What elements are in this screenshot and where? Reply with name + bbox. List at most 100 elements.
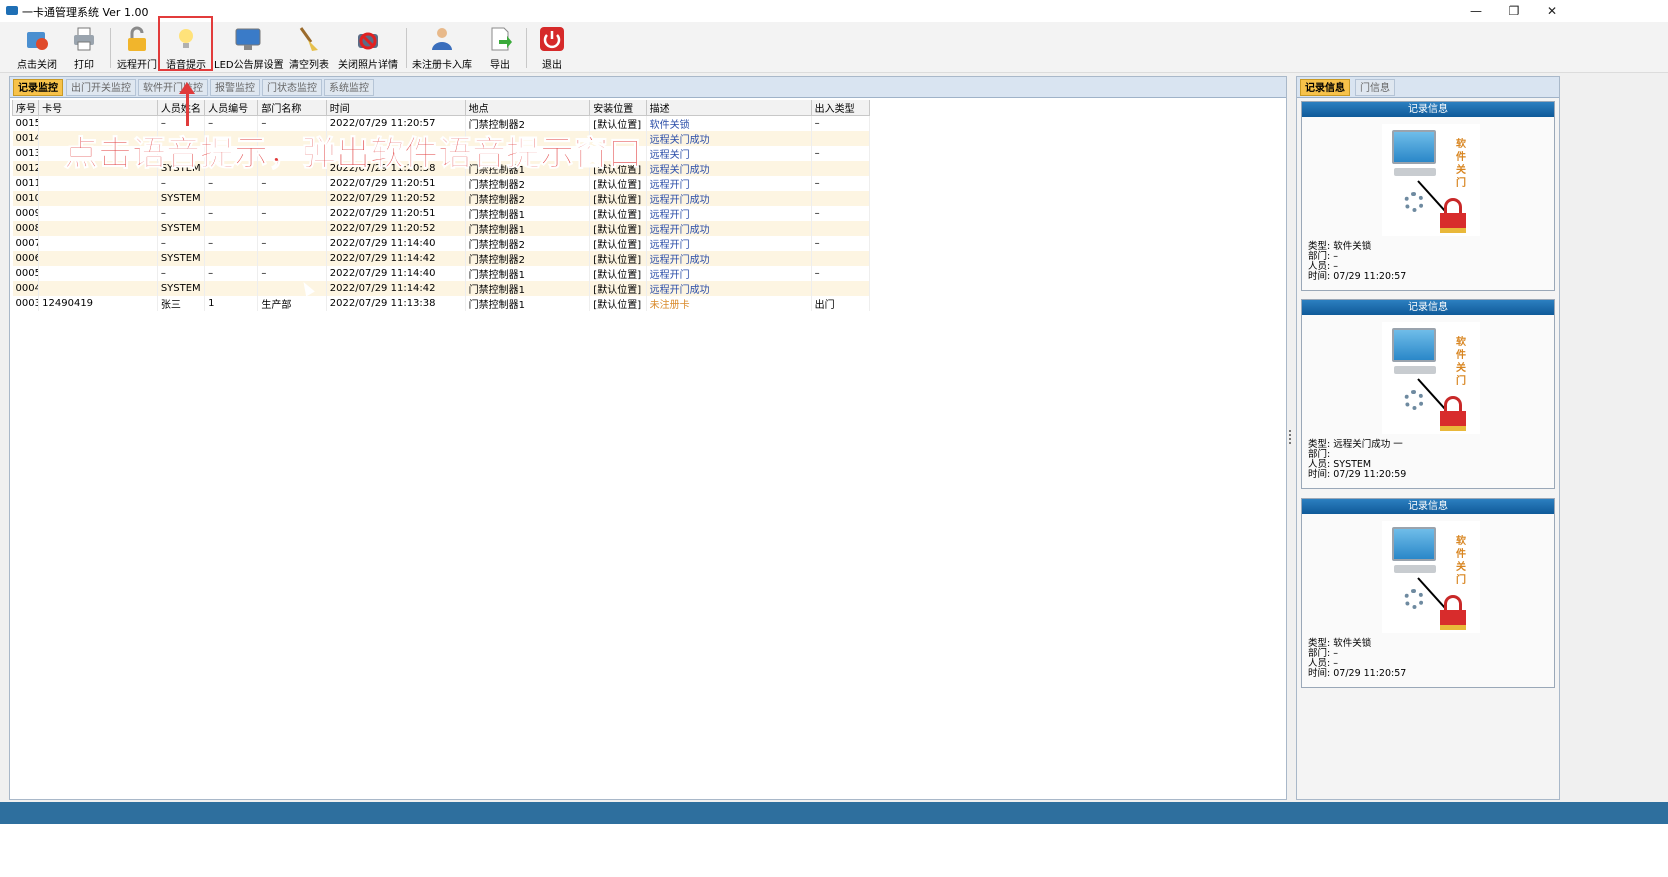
table-cell: –	[257, 236, 327, 251]
table-cell: [默认位置]	[589, 206, 647, 221]
gear-icon	[1404, 192, 1424, 212]
table-cell: –	[204, 176, 259, 191]
tab-record-info[interactable]: 记录信息	[1300, 79, 1350, 96]
tab-record-monitor[interactable]: 记录监控	[13, 79, 63, 96]
table-row[interactable]: 0011– – –2022/07/29 11:20:51 门禁控制器2 [默认位置] 远程…	[12, 176, 871, 191]
table-cell: 未注册卡	[646, 296, 812, 311]
column-header[interactable]: 部门名称	[257, 100, 327, 116]
time-label: 时间:	[1308, 469, 1331, 480]
table-cell: SYSTEM	[157, 251, 206, 266]
table-row[interactable]: 0015– – –2022/07/29 11:20:57 门禁控制器2 [默认位置] 软件…	[12, 115, 871, 131]
table-cell: 门禁控制器2	[465, 236, 591, 251]
computer-icon	[1392, 130, 1436, 164]
export-button[interactable]: 导出	[480, 24, 520, 71]
table-cell: 门禁控制器1	[465, 281, 591, 296]
table-cell: 0005	[12, 266, 40, 281]
table-row[interactable]: 0004 SYSTEM 2022/07/29 11:14:42 门禁控制器1 [默认位置…	[12, 281, 871, 296]
table-cell	[257, 221, 327, 236]
led-settings-button[interactable]: LED公告屏设置	[214, 24, 284, 71]
close-window-button[interactable]: ✕	[1532, 0, 1572, 22]
table-row[interactable]: 0005– – –2022/07/29 11:14:40 门禁控制器1 [默认位置] 远程…	[12, 266, 871, 281]
remote-open-button[interactable]: 远程开门	[114, 24, 160, 71]
column-header[interactable]: 地点	[464, 100, 591, 116]
table-cell: 2022/07/29 11:20:57	[326, 115, 466, 131]
table-cell: 0003	[12, 296, 40, 311]
table-cell: 远程开门	[646, 176, 812, 191]
table-cell: SYSTEM	[157, 221, 206, 236]
table-cell: 2022/07/29 11:14:42	[326, 251, 466, 266]
record-card-info: 类型: 软件关锁 部门: – 人员: – 时间: 07/29 11:20:57	[1308, 639, 1406, 679]
table-row[interactable]: 0008 SYSTEM 2022/07/29 11:20:52 门禁控制器1 [默认位置…	[12, 221, 871, 236]
records-table: 序号 卡号 人员姓名 人员编号 部门名称 时间 地点 安装位置 描述 出入类型 …	[11, 100, 871, 311]
tab-door-info[interactable]: 门信息	[1355, 79, 1395, 96]
tab-system-monitor[interactable]: 系统监控	[324, 79, 374, 96]
tab-exit-switch-monitor[interactable]: 出门开关监控	[66, 79, 136, 96]
computer-icon	[1392, 328, 1436, 362]
table-row[interactable]: 0003 12490419 张三 1 生产部 2022/07/29 11:13:38 门禁控…	[12, 296, 871, 311]
table-cell: 2022/07/29 11:20:52	[326, 191, 466, 206]
exit-button[interactable]: 退出	[532, 24, 572, 71]
record-card-caption: 软件关门	[1456, 337, 1466, 387]
table-cell: 0011	[12, 176, 40, 191]
table-cell: 张三	[157, 296, 206, 311]
column-header[interactable]: 描述	[645, 100, 812, 116]
software-close-door-icon: 软件关门	[1382, 124, 1480, 236]
gear-icon	[1404, 390, 1424, 410]
table-header-row: 序号 卡号 人员姓名 人员编号 部门名称 时间 地点 安装位置 描述 出入类型	[11, 100, 871, 116]
annotation-arrow-shaft	[186, 92, 189, 126]
panel-splitter[interactable]	[1289, 430, 1294, 444]
toolbar: 点击关闭 打印 远程开门 语音提示 LED公告屏设置 清空列表 关闭照片详情 未…	[0, 22, 1668, 73]
table-cell: 2022/07/29 11:14:40	[326, 266, 466, 281]
table-cell	[811, 281, 871, 296]
table-row[interactable]: 0009– – –2022/07/29 11:20:51 门禁控制器1 [默认位置] 远程…	[12, 206, 871, 221]
broom-icon	[296, 26, 322, 52]
table-cell: 门禁控制器1	[465, 206, 591, 221]
table-cell: [默认位置]	[589, 221, 647, 236]
exit-label: 退出	[542, 60, 562, 71]
tab-door-status-monitor[interactable]: 门状态监控	[262, 79, 322, 96]
click-close-button[interactable]: 点击关闭	[14, 24, 60, 71]
column-header[interactable]: 人员编号	[204, 100, 259, 116]
time-label: 时间:	[1308, 271, 1331, 282]
software-close-door-icon: 软件关门	[1382, 521, 1480, 633]
blank-area	[0, 824, 1668, 877]
export-label: 导出	[490, 60, 510, 71]
table-cell: –	[157, 115, 206, 131]
export-icon	[487, 26, 513, 52]
clear-list-button[interactable]: 清空列表	[286, 24, 332, 71]
restore-button[interactable]: ❐	[1494, 0, 1534, 22]
table-cell: –	[811, 206, 871, 221]
close-door-icon	[24, 26, 50, 52]
column-header[interactable]: 序号	[11, 100, 40, 116]
keyboard-icon	[1394, 168, 1436, 176]
column-header[interactable]: 时间	[325, 100, 466, 116]
print-button[interactable]: 打印	[66, 24, 102, 71]
table-row[interactable]: 0010 SYSTEM 2022/07/29 11:20:52 门禁控制器2 [默认位置…	[12, 191, 871, 206]
table-cell: –	[157, 236, 206, 251]
tab-software-open-monitor[interactable]: 软件开门监控	[138, 79, 208, 96]
column-header[interactable]: 卡号	[38, 100, 158, 116]
close-photo-details-button[interactable]: 关闭照片详情	[336, 24, 400, 71]
table-cell: 门禁控制器1	[465, 296, 591, 311]
minimize-button[interactable]: —	[1456, 0, 1496, 22]
table-cell	[38, 191, 158, 206]
tab-alarm-monitor[interactable]: 报警监控	[210, 79, 260, 96]
column-header[interactable]: 安装位置	[589, 100, 647, 116]
table-cell: –	[811, 266, 871, 281]
column-header[interactable]: 人员姓名	[156, 100, 206, 116]
table-cell: –	[811, 236, 871, 251]
table-row[interactable]: 0007– – –2022/07/29 11:14:40 门禁控制器2 [默认位置] 远程…	[12, 236, 871, 251]
record-card-header: 记录信息	[1302, 499, 1554, 514]
unregistered-card-button[interactable]: 未注册卡入库	[410, 24, 474, 71]
table-cell: 远程开门	[646, 206, 812, 221]
table-cell: 0009	[12, 206, 40, 221]
table-cell	[204, 281, 259, 296]
table-cell: [默认位置]	[589, 236, 647, 251]
column-header[interactable]: 出入类型	[810, 100, 871, 116]
remote-open-label: 远程开门	[117, 60, 157, 71]
table-cell: 12490419	[38, 296, 158, 311]
table-row[interactable]: 0006 SYSTEM 2022/07/29 11:14:42 门禁控制器2 [默认位置…	[12, 251, 871, 266]
table-cell	[204, 191, 259, 206]
table-cell: 门禁控制器2	[465, 176, 591, 191]
table-cell: [默认位置]	[589, 266, 647, 281]
